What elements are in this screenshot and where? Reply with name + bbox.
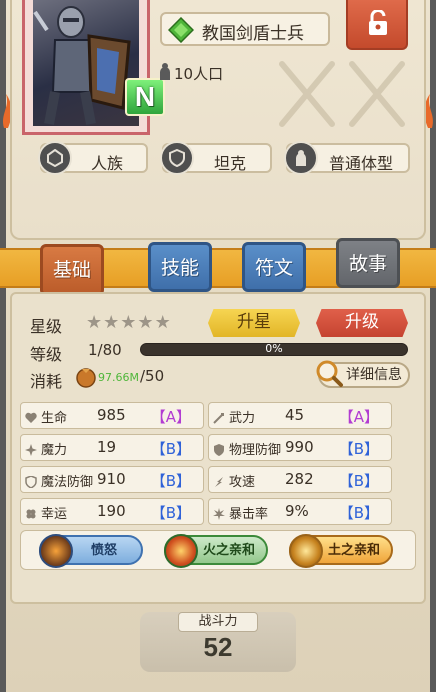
star-rating: ★★★★★: [86, 312, 172, 333]
level-up-button[interactable]: 升级: [316, 309, 408, 337]
attribute-name: 暴击率: [229, 507, 269, 522]
attribute-row: 幸运 190 【B】: [20, 498, 204, 525]
star-icon: ★: [154, 312, 171, 333]
attribute-value: 910: [97, 470, 126, 488]
star-icon: ★: [120, 312, 137, 333]
xp-progress-bar: 0%: [140, 342, 408, 356]
tag-label: 普通体型: [328, 154, 393, 173]
cost-label: 消耗: [30, 372, 63, 391]
tab-runes[interactable]: 符文: [242, 242, 306, 292]
tab-story[interactable]: 故事: [336, 238, 400, 288]
attribute-row: 暴击率 9% 【B】: [208, 498, 392, 525]
attribute-value: 985: [97, 406, 126, 424]
resource-pouch-icon: [76, 368, 96, 388]
attribute-value: 45: [285, 406, 305, 424]
cost-owned: 97.66M: [98, 371, 139, 384]
detail-info-label: 详细信息: [346, 367, 402, 383]
tag-body: 普通体型: [284, 141, 410, 175]
attribute-grade: 【A】: [150, 408, 191, 426]
magnifier-icon: [316, 360, 343, 387]
unit-portrait[interactable]: N: [22, 0, 165, 135]
attribute-grade: 【B】: [150, 440, 191, 458]
star-icon: ★: [103, 312, 120, 333]
tag-label: 坦克: [213, 154, 246, 173]
earth-icon: [289, 534, 323, 568]
attribute-row: 攻速 282 【B】: [208, 466, 392, 493]
level-label: 等级: [30, 345, 63, 364]
population-icon: [160, 63, 170, 80]
detail-info-button[interactable]: 详细信息: [316, 360, 410, 388]
skill-earth-affinity[interactable]: 土之亲和: [289, 534, 393, 568]
tab-basic[interactable]: 基础: [40, 244, 104, 296]
combat-power-value: 52: [203, 632, 233, 662]
upgrade-star-button[interactable]: 升星: [208, 309, 300, 337]
rage-icon: [39, 534, 73, 568]
sword-icon: [213, 409, 225, 428]
attribute-value: 282: [285, 470, 314, 488]
tag-race: 人族: [38, 141, 148, 175]
crossed-swords-icon: [279, 61, 405, 127]
hp-icon: [25, 409, 37, 428]
fire-icon: [164, 534, 198, 568]
attribute-row: 魔法防御 910 【B】: [20, 466, 204, 493]
star-label: 星级: [30, 317, 63, 336]
attribute-name: 生命: [41, 411, 68, 426]
attribute-name: 魔法防御: [41, 475, 94, 490]
combat-power-label: 战斗力: [178, 612, 258, 632]
attribute-grade: 【B】: [338, 440, 379, 458]
attribute-row: 物理防御 990 【B】: [208, 434, 392, 461]
unlock-icon: [369, 10, 387, 35]
star-icon: ★: [137, 312, 154, 333]
crit-icon: [213, 505, 225, 524]
tag-label: 人族: [90, 154, 123, 173]
attribute-grade: 【B】: [150, 472, 191, 490]
skill-rage[interactable]: 愤怒: [39, 534, 143, 568]
tag-role: 坦克: [160, 141, 272, 175]
magic-icon: [25, 441, 37, 460]
unit-portrait-image: [33, 0, 139, 126]
level-value: 1/80: [88, 341, 122, 359]
attribute-value: 190: [97, 502, 126, 520]
magic-shield-icon: [25, 473, 37, 492]
attribute-grade: 【B】: [150, 504, 191, 522]
unit-name-box: 教国剑盾士兵: [160, 12, 330, 46]
attribute-name: 武力: [229, 411, 256, 426]
attribute-value: 990: [285, 438, 314, 456]
attribute-grade: 【B】: [338, 504, 379, 522]
attribute-row: 生命 985 【A】: [20, 402, 204, 429]
luck-icon: [25, 505, 37, 524]
star-icon: ★: [86, 312, 103, 333]
attribute-name: 攻速: [229, 475, 256, 490]
speed-icon: [213, 473, 225, 492]
attribute-name: 幸运: [41, 507, 68, 522]
tab-skills[interactable]: 技能: [148, 242, 212, 292]
green-gem-icon: [168, 17, 194, 43]
population-text: 10人口: [174, 65, 224, 83]
attribute-name: 魔力: [41, 443, 68, 458]
attribute-value: 19: [97, 438, 117, 456]
cost-required: /50: [140, 367, 165, 385]
attribute-grade: 【B】: [338, 472, 379, 490]
attribute-value: 9%: [285, 502, 309, 520]
rarity-badge: N: [125, 78, 165, 116]
unit-name: 教国剑盾士兵: [202, 24, 304, 44]
attribute-name: 物理防御: [229, 443, 282, 458]
passive-skill-row: 愤怒 火之亲和 土之亲和: [20, 530, 416, 570]
skill-fire-affinity[interactable]: 火之亲和: [164, 534, 268, 568]
xp-percent: 0%: [265, 342, 283, 355]
attribute-row: 武力 45 【A】: [208, 402, 392, 429]
armor-icon: [213, 441, 225, 460]
lock-button[interactable]: [346, 0, 408, 50]
attribute-grade: 【A】: [338, 408, 379, 426]
knight-icon: [33, 6, 131, 125]
attribute-row: 魔力 19 【B】: [20, 434, 204, 461]
